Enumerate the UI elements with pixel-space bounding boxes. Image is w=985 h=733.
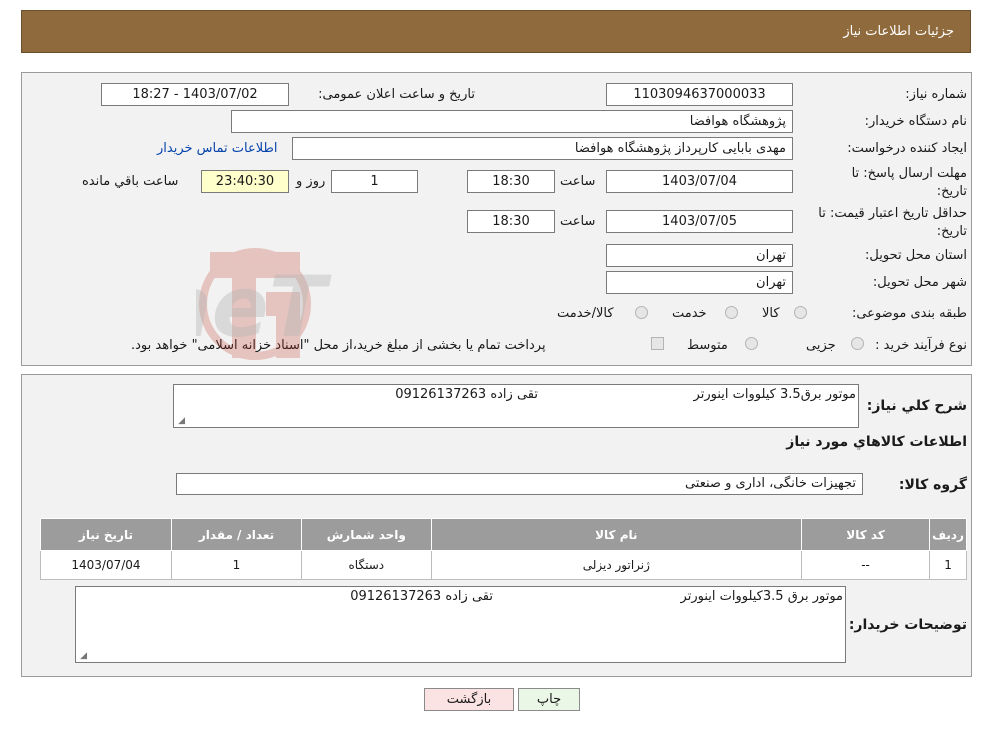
city-field: تهران [606, 271, 793, 294]
cell-date: 1403/07/04 [40, 550, 172, 580]
col-name: نام کالا [430, 518, 803, 551]
category-radio-service[interactable] [725, 306, 738, 319]
table-row: 1 -- ژنراتور دیزلی دستگاه 1 1403/07/04 [40, 550, 967, 580]
buyer-org-label: نام دستگاه خریدار: [864, 114, 967, 129]
page-header: جزئیات اطلاعات نیاز [21, 10, 971, 53]
cell-quantity: 1 [170, 550, 303, 580]
remaining-time-field: 23:40:30 [201, 170, 289, 193]
validity-time-label: ساعت [560, 214, 596, 229]
need-number-field: 1103094637000033 [606, 83, 793, 106]
validity-date-field: 1403/07/05 [606, 210, 793, 233]
purchase-option-medium: متوسط [687, 338, 728, 353]
summary-text: موتور برق3.5 کیلووات اینورتر [693, 387, 856, 402]
province-label: استان محل تحویل: [865, 248, 967, 263]
deadline-date-field: 1403/07/04 [606, 170, 793, 193]
page-title: جزئیات اطلاعات نیاز [843, 24, 954, 39]
validity-label: حداقل تاریخ اعتبار قیمت: تا [818, 206, 967, 221]
buyer-notes-textarea[interactable]: موتور برق 3.5کیلووات اینورتر تقی زاده 09… [75, 586, 846, 663]
validity-label-date: تاریخ: [936, 224, 967, 239]
summary-contact: تقی زاده 09126137263 [395, 387, 538, 402]
buyer-contact-link[interactable]: اطلاعات تماس خریدار [157, 141, 277, 156]
category-option-goods: کالا [762, 306, 780, 321]
cell-code: -- [801, 550, 931, 580]
print-button[interactable]: چاپ [518, 688, 580, 711]
back-button[interactable]: بازگشت [424, 688, 514, 711]
resize-grip-icon[interactable]: ◢ [77, 651, 87, 661]
purchase-radio-medium[interactable] [745, 337, 758, 350]
buyer-notes-text: موتور برق 3.5کیلووات اینورتر [680, 589, 843, 604]
cell-name: ژنراتور دیزلی [430, 550, 803, 580]
city-label: شهر محل تحویل: [872, 275, 967, 290]
days-field: 1 [331, 170, 418, 193]
goods-section-title: اطلاعات کالاهاي مورد نياز [786, 434, 967, 450]
col-row: ردیف [929, 518, 967, 551]
category-radio-goods-service[interactable] [635, 306, 648, 319]
deadline-label: مهلت ارسال پاسخ: تا [851, 166, 967, 181]
buyer-notes-contact: تقی زاده 09126137263 [350, 589, 493, 604]
need-number-label: شماره نیاز: [905, 87, 967, 102]
category-label: طبقه بندی موضوعی: [851, 306, 967, 321]
announce-label: تاریخ و ساعت اعلان عمومی: [318, 87, 475, 102]
deadline-label-date: تاریخ: [936, 184, 967, 199]
col-unit: واحد شمارش [301, 518, 432, 551]
announce-field: 1403/07/02 - 18:27 [101, 83, 289, 106]
summary-textarea[interactable]: موتور برق3.5 کیلووات اینورتر تقی زاده 09… [173, 384, 859, 428]
col-code: کد کالا [801, 518, 931, 551]
summary-label: شرح کلي نياز: [866, 398, 967, 414]
treasury-note: پرداخت تمام یا بخشی از مبلغ خرید،از محل … [131, 338, 546, 353]
days-label: روز و [296, 174, 326, 189]
category-radio-goods[interactable] [794, 306, 807, 319]
creator-field: مهدی بابایی کارپرداز پژوهشگاه هوافضا [292, 137, 793, 160]
deadline-time-field: 18:30 [467, 170, 555, 193]
purchase-radio-minor[interactable] [851, 337, 864, 350]
goods-group-field: تجهیزات خانگی، اداری و صنعتی [176, 473, 863, 495]
validity-time-field: 18:30 [467, 210, 555, 233]
deadline-time-label: ساعت [560, 174, 596, 189]
resize-grip-icon[interactable]: ◢ [175, 416, 185, 426]
col-quantity: تعداد / مقدار [170, 518, 303, 551]
treasury-checkbox[interactable] [651, 337, 664, 350]
buyer-notes-label: توضیحات خریدار: [848, 617, 967, 633]
cell-unit: دستگاه [301, 550, 432, 580]
province-field: تهران [606, 244, 793, 267]
goods-table-header: ردیف کد کالا نام کالا واحد شمارش تعداد /… [40, 518, 967, 551]
purchase-option-minor: جزیی [806, 338, 836, 353]
buyer-org-field: پژوهشگاه هوافضا [231, 110, 793, 133]
cell-row: 1 [929, 550, 967, 580]
goods-group-label: گروه کالا: [898, 477, 967, 493]
goods-table: ردیف کد کالا نام کالا واحد شمارش تعداد /… [40, 518, 967, 580]
category-option-service: خدمت [672, 306, 707, 321]
creator-label: ایجاد کننده درخواست: [847, 141, 967, 156]
category-option-goods-service: کالا/خدمت [557, 306, 614, 321]
remaining-time-label: ساعت باقي مانده [82, 174, 179, 189]
purchase-type-label: نوع فرآیند خرید : [875, 338, 967, 353]
col-date: تاریخ نیاز [40, 518, 172, 551]
